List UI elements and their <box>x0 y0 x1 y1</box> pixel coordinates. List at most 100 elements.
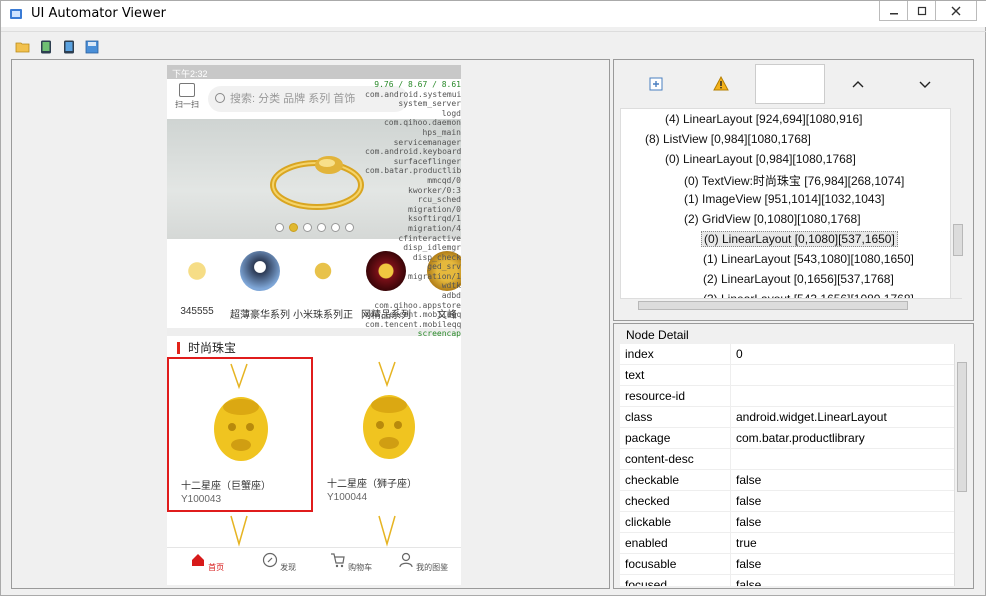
detail-row[interactable]: package com.batar.productlibrary <box>620 428 956 449</box>
nav-home[interactable]: 首页 <box>177 552 237 573</box>
node-detail-title: Node Detail <box>626 328 689 342</box>
window-controls <box>879 1 977 21</box>
column-separator <box>730 533 731 554</box>
overlay-line: com.batar.productlibrary <box>365 166 461 176</box>
home-icon <box>191 554 204 566</box>
overlay-line: com.android.keyboard <box>365 147 461 157</box>
scrollbar-thumb[interactable] <box>638 301 908 310</box>
overlay-line: ksoftirqd/1 <box>408 214 461 224</box>
chevron-down-icon[interactable] <box>917 76 933 92</box>
hierarchy-tree[interactable]: (4) LinearLayout [924,694][1080,916] (8)… <box>620 108 962 308</box>
product-card-partial[interactable] <box>315 514 461 547</box>
hierarchy-toolbar <box>614 60 973 108</box>
detail-row[interactable]: checkable false <box>620 470 956 491</box>
compass-icon <box>262 552 277 568</box>
tree-node[interactable]: (1) LinearLayout [543,1080][1080,1650] <box>703 252 914 266</box>
device-screenshot-compressed-icon[interactable] <box>61 40 77 54</box>
overlay-line: servicemanager <box>393 137 461 147</box>
detail-key: resource-id <box>625 389 686 403</box>
tree-node[interactable]: (2) GridView [0,1080][1080,1768] <box>684 212 861 226</box>
chevron-up-icon[interactable] <box>850 76 866 92</box>
expand-all-icon[interactable] <box>648 76 664 92</box>
overlay-line: screencap <box>417 329 461 339</box>
tree-node-selected[interactable]: (0) LinearLayout [0,1080][537,1650] <box>701 231 898 247</box>
maximize-button[interactable] <box>908 1 936 20</box>
tree-node[interactable]: (0) TextView:时尚珠宝 [76,984][268,1074] <box>684 172 904 189</box>
detail-value: false <box>736 515 762 529</box>
detail-row[interactable]: resource-id <box>620 386 956 407</box>
category-item[interactable]: 小米珠系列正 <box>293 251 353 321</box>
product-name: 十二星座（巨蟹座） <box>181 481 271 492</box>
column-separator <box>730 365 731 386</box>
detail-value: com.batar.productlibrary <box>736 431 865 445</box>
open-folder-icon[interactable] <box>15 40 31 54</box>
tree-node[interactable]: (8) ListView [0,984][1080,1768] <box>645 132 811 146</box>
node-search-field[interactable] <box>755 64 825 104</box>
device-screenshot-icon[interactable] <box>38 40 54 54</box>
detail-row[interactable]: content-desc <box>620 449 956 470</box>
overlay-line: 9.76 / 8.67 / 8.61 <box>374 80 461 89</box>
uiautomator-viewer-window: UI Automator Viewer 下午2:32 扫一扫 搜索: 分类 品牌… <box>0 0 986 596</box>
detail-value: 0 <box>736 347 743 361</box>
node-detail-pane: Node Detail index 0 text resource-id class an… <box>613 323 974 589</box>
save-icon[interactable] <box>84 40 100 54</box>
bottom-navigation: 首页 发现 购物车 我的图鉴 <box>167 547 461 585</box>
tree-node[interactable]: (1) ImageView [951,1014][1032,1043] <box>684 192 885 206</box>
product-image <box>230 515 248 547</box>
nav-cart[interactable]: 购物车 <box>321 552 381 573</box>
close-button[interactable] <box>936 1 976 20</box>
column-separator <box>730 449 731 470</box>
detail-row[interactable]: focused false <box>620 575 956 586</box>
search-placeholder: 搜索: 分类 品牌 系列 首饰 <box>230 93 356 105</box>
detail-row[interactable]: clickable false <box>620 512 956 533</box>
detail-key: package <box>625 431 671 445</box>
detail-row[interactable]: checked false <box>620 491 956 512</box>
detail-row[interactable]: class android.widget.LinearLayout <box>620 407 956 428</box>
product-card[interactable]: 十二星座（狮子座） Y100044 <box>315 357 461 512</box>
product-card-selected[interactable]: 十二星座（巨蟹座） Y100043 <box>167 357 313 512</box>
minimize-button[interactable] <box>880 1 908 20</box>
toolbar <box>1 31 986 57</box>
overlay-line: com.tencent.mobileqq <box>365 319 461 329</box>
detail-key: clickable <box>625 515 672 529</box>
category-item[interactable]: 超薄豪华系列 <box>230 251 290 321</box>
nav-label: 发现 <box>280 563 297 572</box>
tree-node[interactable]: (2) LinearLayout [0,1656][537,1768] <box>703 272 894 286</box>
product-name: 十二星座（狮子座） <box>327 479 417 490</box>
scrollbar-thumb[interactable] <box>953 224 963 256</box>
tree-node[interactable]: (0) LinearLayout [0,984][1080,1768] <box>665 152 856 166</box>
category-label: 小米珠系列正 <box>293 310 353 321</box>
device-screenshot[interactable]: 下午2:32 扫一扫 搜索: 分类 品牌 系列 首饰 345555 超薄豪华系列… <box>167 65 461 585</box>
tree-node[interactable]: (4) LinearLayout [924,694][1080,916] <box>665 112 862 126</box>
nav-discover[interactable]: 发现 <box>249 552 309 573</box>
tree-horizontal-scrollbar[interactable] <box>620 298 962 312</box>
nav-label: 购物车 <box>348 563 373 572</box>
window-title: UI Automator Viewer <box>31 6 167 21</box>
column-separator <box>730 344 731 365</box>
scan-button[interactable]: 扫一扫 <box>175 83 199 110</box>
detail-value: false <box>736 557 762 571</box>
detail-row[interactable]: text <box>620 365 956 386</box>
overlay-line: com.qihoo.daemon <box>383 118 461 128</box>
warning-icon[interactable] <box>713 76 729 92</box>
scrollbar-thumb[interactable] <box>957 362 967 492</box>
node-detail-table[interactable]: index 0 text resource-id class android.widget… <box>620 344 956 586</box>
detail-vertical-scrollbar[interactable] <box>954 344 968 586</box>
product-image <box>214 363 268 461</box>
product-code: Y100043 <box>181 494 222 505</box>
scan-icon <box>179 83 195 97</box>
detail-row[interactable]: focusable false <box>620 554 956 575</box>
category-item[interactable]: 345555 <box>167 251 227 317</box>
overlay-line: cfinteractive <box>398 233 461 243</box>
app-icon <box>10 9 22 19</box>
scan-label: 扫一扫 <box>175 100 199 109</box>
nav-profile[interactable]: 我的图鉴 <box>393 552 453 573</box>
nav-label: 首页 <box>208 563 225 572</box>
detail-row[interactable]: enabled true <box>620 533 956 554</box>
product-card-partial[interactable] <box>167 514 313 547</box>
overlay-line: surfaceflinger <box>393 156 461 166</box>
column-separator <box>730 407 731 428</box>
tree-vertical-scrollbar[interactable] <box>950 108 964 298</box>
detail-value: false <box>736 494 762 508</box>
detail-row[interactable]: index 0 <box>620 344 956 365</box>
